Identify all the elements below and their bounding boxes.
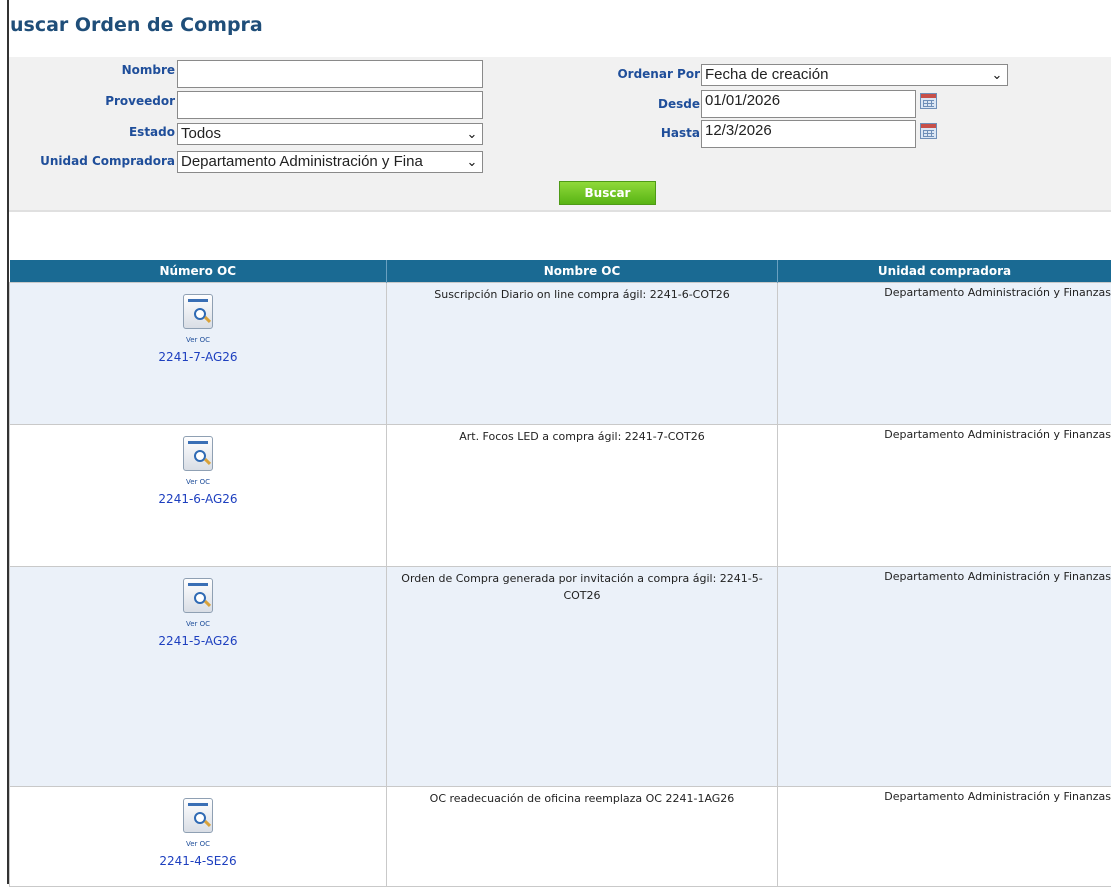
nombre-input[interactable] xyxy=(177,60,483,88)
numero-oc-cell: Ver OC 2241-5-AG26 xyxy=(10,567,387,787)
numero-oc-cell: Ver OC 2241-6-AG26 xyxy=(10,425,387,567)
table-row: Ver OC 2241-6-AG26 Art. Focos LED a comp… xyxy=(10,425,1111,567)
proveedor-input[interactable] xyxy=(177,91,483,119)
desde-label: Desde xyxy=(549,97,700,111)
nombre-label: Nombre xyxy=(9,63,175,77)
page-title: uscar Orden de Compra xyxy=(10,14,263,36)
oc-unit: Departamento Administración y Finanzas xyxy=(778,425,1111,441)
oc-number-link[interactable]: 2241-7-AG26 xyxy=(10,350,386,364)
unidad-cell: Departamento Administración y Finanzas xyxy=(778,567,1111,787)
unidad-cell: Departamento Administración y Finanzas xyxy=(778,425,1111,567)
column-header-numero-oc[interactable]: Número OC xyxy=(10,260,387,283)
estado-label: Estado xyxy=(9,125,175,139)
calendar-icon[interactable] xyxy=(920,123,937,139)
calendar-icon[interactable] xyxy=(920,93,937,109)
numero-oc-cell: Ver OC 2241-4-SE26 xyxy=(10,787,387,887)
oc-number-link[interactable]: 2241-5-AG26 xyxy=(10,634,386,648)
nombre-oc-cell: OC readecuación de oficina reemplaza OC … xyxy=(387,787,778,887)
oc-unit: Departamento Administración y Finanzas xyxy=(778,567,1111,583)
unidad-compradora-label: Unidad Compradora xyxy=(9,154,175,168)
oc-unit: Departamento Administración y Finanzas xyxy=(778,787,1111,803)
hasta-input[interactable]: 12/3/2026 xyxy=(701,120,916,148)
ordenar-por-label: Ordenar Por xyxy=(549,67,700,81)
nombre-oc-cell: Orden de Compra generada por invitación … xyxy=(387,567,778,787)
oc-unit: Departamento Administración y Finanzas xyxy=(778,283,1111,299)
column-header-nombre-oc[interactable]: Nombre OC xyxy=(387,260,778,283)
view-document-icon[interactable] xyxy=(181,797,215,835)
numero-oc-cell: Ver OC 2241-7-AG26 xyxy=(10,283,387,425)
table-row: Ver OC 2241-4-SE26 OC readecuación de of… xyxy=(10,787,1111,887)
ver-oc-link[interactable]: Ver OC xyxy=(10,336,386,344)
chevron-down-icon: ⌄ xyxy=(464,152,480,172)
unidad-cell: Departamento Administración y Finanzas xyxy=(778,283,1111,425)
oc-number-link[interactable]: 2241-6-AG26 xyxy=(10,492,386,506)
ver-oc-link[interactable]: Ver OC xyxy=(10,620,386,628)
chevron-down-icon: ⌄ xyxy=(989,65,1005,85)
unidad-cell: Departamento Administración y Finanzas xyxy=(778,787,1111,887)
ordenar-por-select[interactable]: Fecha de creación ⌄ xyxy=(701,64,1008,86)
oc-name: Suscripción Diario on line compra ágil: … xyxy=(387,283,777,303)
ver-oc-link[interactable]: Ver OC xyxy=(10,840,386,848)
oc-number-link[interactable]: 2241-4-SE26 xyxy=(10,854,386,868)
chevron-down-icon: ⌄ xyxy=(464,124,480,144)
estado-select[interactable]: Todos ⌄ xyxy=(177,123,483,145)
unidad-compradora-select[interactable]: Departamento Administración y Fina ⌄ xyxy=(177,151,483,173)
ver-oc-link[interactable]: Ver OC xyxy=(10,478,386,486)
oc-name: OC readecuación de oficina reemplaza OC … xyxy=(387,787,777,807)
view-document-icon[interactable] xyxy=(181,293,215,331)
hasta-label: Hasta xyxy=(549,126,700,140)
results-table: Número OC Nombre OC Unidad compradora Ve… xyxy=(9,260,1111,887)
table-row: Ver OC 2241-5-AG26 Orden de Compra gener… xyxy=(10,567,1111,787)
desde-input[interactable]: 01/01/2026 xyxy=(701,90,916,118)
oc-name: Art. Focos LED a compra ágil: 2241-7-COT… xyxy=(387,425,777,445)
estado-value: Todos xyxy=(181,125,221,142)
table-row: Ver OC 2241-7-AG26 Suscripción Diario on… xyxy=(10,283,1111,425)
unidad-compradora-value: Departamento Administración y Fina xyxy=(181,153,423,170)
oc-name: Orden de Compra generada por invitación … xyxy=(387,567,777,604)
view-document-icon[interactable] xyxy=(181,435,215,473)
ordenar-por-value: Fecha de creación xyxy=(705,66,828,83)
buscar-button[interactable]: Buscar xyxy=(559,181,656,205)
proveedor-label: Proveedor xyxy=(9,94,175,108)
nombre-oc-cell: Suscripción Diario on line compra ágil: … xyxy=(387,283,778,425)
nombre-oc-cell: Art. Focos LED a compra ágil: 2241-7-COT… xyxy=(387,425,778,567)
column-header-unidad-compradora[interactable]: Unidad compradora xyxy=(778,260,1111,283)
view-document-icon[interactable] xyxy=(181,577,215,615)
